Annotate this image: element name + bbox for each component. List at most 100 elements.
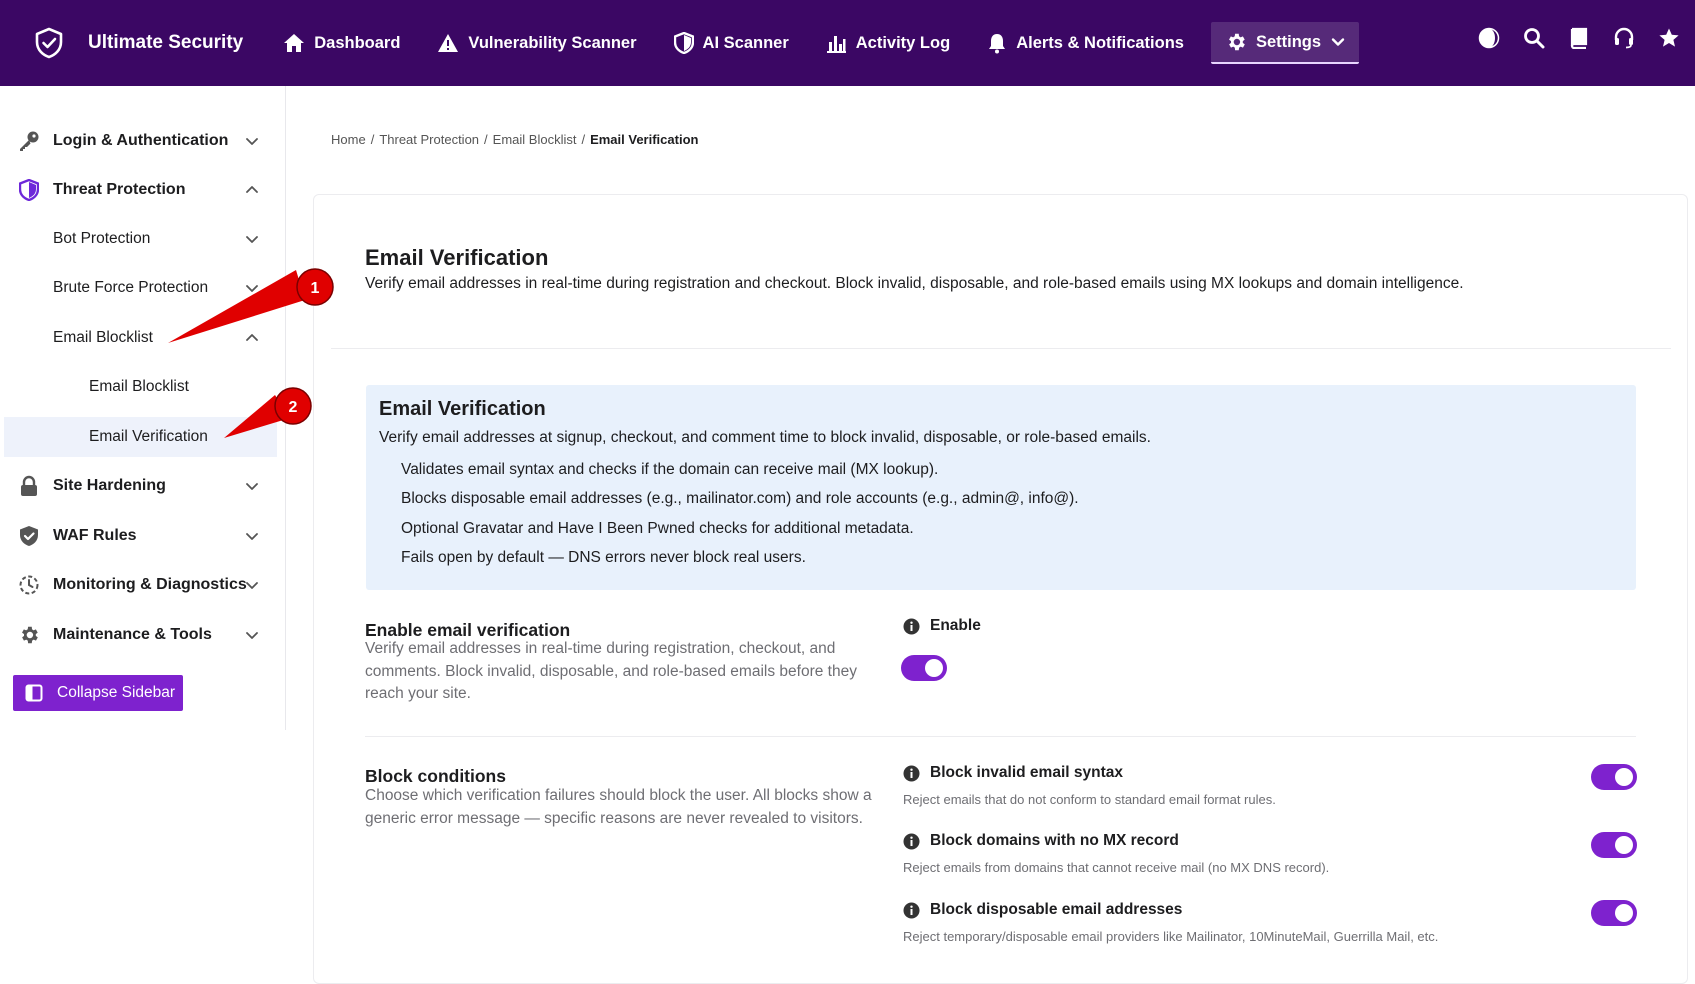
headset-icon[interactable] (1612, 26, 1636, 50)
breadcrumb-separator: / (370, 132, 375, 147)
sidebar-item-threat-protection[interactable]: Threat Protection (0, 170, 286, 210)
info-icon[interactable] (903, 765, 920, 782)
sidebar-item-label: Email Blocklist (53, 329, 153, 346)
nav-label: Dashboard (314, 33, 401, 52)
collapse-sidebar-button[interactable]: Collapse Sidebar (13, 675, 183, 711)
chevron-up-icon (246, 334, 258, 341)
lock-icon (18, 475, 40, 497)
nav-dashboard[interactable]: Dashboard (283, 22, 400, 64)
block-option-description: Reject temporary/disposable email provid… (903, 929, 1439, 944)
info-box-bullet: Blocks disposable email addresses (e.g.,… (401, 490, 1079, 507)
sidebar-item-email-blocklist[interactable]: Email Blocklist (0, 318, 286, 358)
info-box-title: Email Verification (379, 398, 546, 420)
info-box-description: Verify email addresses at signup, checko… (379, 429, 1151, 446)
breadcrumb-link[interactable]: Home (331, 132, 366, 147)
chevron-down-icon (246, 138, 258, 145)
collapse-sidebar-label: Collapse Sidebar (57, 684, 176, 701)
chevron-down-icon (246, 582, 258, 589)
bell-icon (989, 34, 1006, 54)
chevron-down-icon (246, 236, 258, 243)
sidebar-item-label: WAF Rules (53, 527, 137, 544)
chevron-up-icon (246, 186, 258, 193)
chevron-down-icon (246, 483, 258, 490)
breadcrumb-separator: / (581, 132, 586, 147)
info-icon[interactable] (903, 902, 920, 919)
search-icon[interactable] (1522, 26, 1546, 50)
block-option-label: Block domains with no MX record (930, 832, 1179, 849)
nav-label: Activity Log (855, 33, 951, 52)
block-option-disposable: Block disposable email addresses (903, 901, 1182, 919)
sidebar-item-maintenance-tools[interactable]: Maintenance & Tools (0, 615, 286, 655)
info-box: Email Verification Verify email addresse… (366, 385, 1636, 590)
breadcrumb-separator: / (484, 132, 488, 147)
shield-check-icon (18, 525, 40, 547)
book-icon[interactable] (1567, 26, 1591, 50)
divider (365, 736, 1636, 737)
chevron-down-icon (246, 632, 258, 639)
block-disposable-toggle[interactable] (1591, 900, 1637, 926)
sidebar-toggle-icon (25, 684, 43, 702)
sidebar-item-label: Email Blocklist (89, 378, 189, 395)
sidebar-item-label: Brute Force Protection (53, 279, 209, 296)
sidebar-subitem-email-blocklist[interactable]: Email Blocklist (0, 367, 286, 407)
home-icon (284, 34, 305, 52)
dark-mode-icon[interactable] (1477, 26, 1501, 50)
nav-label: Settings (1255, 32, 1322, 51)
block-option-label: Block disposable email addresses (930, 901, 1183, 918)
sidebar-item-login-authentication[interactable]: Login & Authentication (0, 121, 286, 161)
breadcrumb-current: Email Verification (590, 132, 699, 147)
enable-section-description: Verify email addresses in real-time duri… (365, 640, 857, 702)
shield-check-icon (35, 27, 63, 59)
callout-number-2: 2 (289, 399, 298, 416)
chevron-down-icon (246, 533, 258, 540)
breadcrumb: Home / Threat Protection / Email Blocklist / E… (331, 132, 698, 147)
sidebar-item-label: Threat Protection (53, 181, 186, 198)
sidebar-item-label: Site Hardening (53, 477, 166, 494)
nav-label: Vulnerability Scanner (468, 33, 637, 52)
info-box-bullet: Fails open by default — DNS errors never… (401, 549, 806, 566)
breadcrumb-link[interactable]: Email Blocklist (493, 132, 577, 147)
sidebar-item-label: Login & Authentication (53, 132, 229, 149)
chevron-down-icon (1331, 38, 1345, 46)
sidebar-item-label: Bot Protection (53, 230, 151, 247)
main-nav: Dashboard Vulnerability Scanner AI Scann… (283, 22, 1396, 64)
nav-ai-scanner[interactable]: AI Scanner (673, 22, 789, 64)
enable-verification-toggle[interactable] (901, 655, 947, 681)
sidebar: Login & Authentication Threat Protection… (0, 86, 286, 730)
block-option-no-mx: Block domains with no MX record (903, 832, 1179, 850)
sidebar-item-label: Monitoring & Diagnostics (53, 576, 247, 593)
sidebar-item-waf-rules[interactable]: WAF Rules (0, 516, 286, 556)
block-option-label: Block invalid email syntax (930, 764, 1123, 781)
nav-settings[interactable]: Settings (1210, 22, 1360, 64)
page-description: Verify email addresses in real-time duri… (365, 275, 1464, 292)
sidebar-item-bot-protection[interactable]: Bot Protection (0, 219, 286, 259)
block-section-title: Block conditions (365, 766, 506, 786)
nav-label: AI Scanner (702, 33, 789, 52)
info-icon[interactable] (903, 618, 920, 635)
enable-option-label: Enable (930, 617, 981, 634)
breadcrumb-link[interactable]: Threat Protection (379, 132, 479, 147)
info-box-bullet: Optional Gravatar and Have I Been Pwned … (401, 520, 914, 537)
nav-vulnerability-scanner[interactable]: Vulnerability Scanner (437, 22, 637, 64)
sidebar-item-monitoring-diagnostics[interactable]: Monitoring & Diagnostics (0, 565, 286, 605)
block-invalid-syntax-toggle[interactable] (1591, 764, 1637, 790)
enable-option: Enable (903, 617, 981, 635)
sidebar-item-brute-force-protection[interactable]: Brute Force Protection (0, 268, 286, 308)
star-icon[interactable] (1657, 26, 1681, 50)
warning-icon (438, 34, 459, 52)
top-icon-group (1456, 26, 1681, 50)
top-navigation-bar: Ultimate Security Dashboard Vulnerabilit… (0, 0, 1695, 86)
sidebar-item-label: Email Verification (89, 428, 208, 445)
info-icon[interactable] (903, 833, 920, 850)
block-option-description: Reject emails that do not conform to sta… (903, 792, 1276, 807)
gear-icon (18, 624, 40, 646)
sidebar-subitem-email-verification[interactable]: Email Verification (4, 417, 277, 457)
history-icon (18, 574, 40, 596)
brand[interactable]: Ultimate Security (34, 27, 243, 59)
gear-icon (1229, 33, 1245, 51)
nav-alerts-notifications[interactable]: Alerts & Notifications (987, 22, 1184, 64)
chevron-down-icon (246, 285, 258, 292)
nav-activity-log[interactable]: Activity Log (826, 22, 950, 64)
sidebar-item-site-hardening[interactable]: Site Hardening (0, 466, 286, 506)
block-no-mx-toggle[interactable] (1591, 832, 1637, 858)
